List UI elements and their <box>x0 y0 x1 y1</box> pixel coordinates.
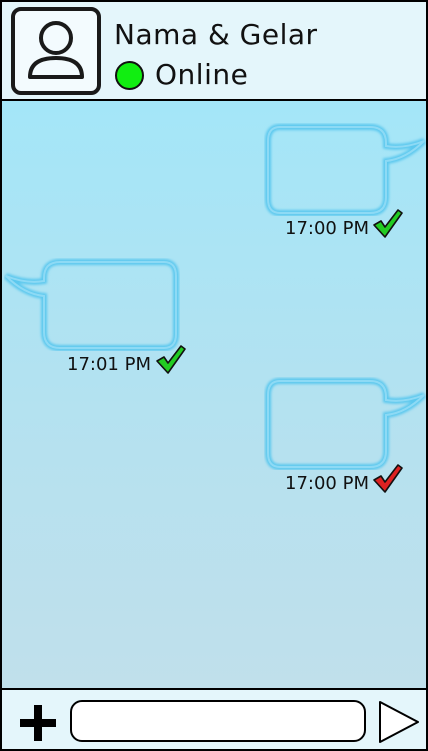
composer-bar <box>2 688 426 749</box>
message-timestamp: 17:01 PM <box>67 354 151 375</box>
avatar[interactable] <box>11 7 101 95</box>
online-status-icon <box>115 61 144 90</box>
contact-name: Nama & Gelar <box>114 18 318 51</box>
chat-header: Nama & Gelar Online <box>2 2 426 101</box>
unread-check-icon <box>373 464 403 493</box>
read-check-icon <box>373 209 403 238</box>
message-bubble-outgoing[interactable] <box>264 377 426 470</box>
contact-status: Online <box>155 58 249 91</box>
message-timestamp: 17:00 PM <box>285 218 369 239</box>
chat-window: Nama & Gelar Online 17:00 PM 17:01 PM 17… <box>0 0 428 751</box>
message-input[interactable] <box>70 700 366 742</box>
plus-icon[interactable] <box>18 703 58 743</box>
message-timestamp: 17:00 PM <box>285 473 369 494</box>
message-bubble-incoming[interactable] <box>4 258 180 351</box>
user-icon <box>28 21 84 79</box>
read-check-icon <box>156 345 186 374</box>
message-bubble-outgoing[interactable] <box>264 123 426 216</box>
message-list: 17:00 PM 17:01 PM 17:00 PM <box>2 101 426 688</box>
send-icon[interactable] <box>376 698 422 746</box>
